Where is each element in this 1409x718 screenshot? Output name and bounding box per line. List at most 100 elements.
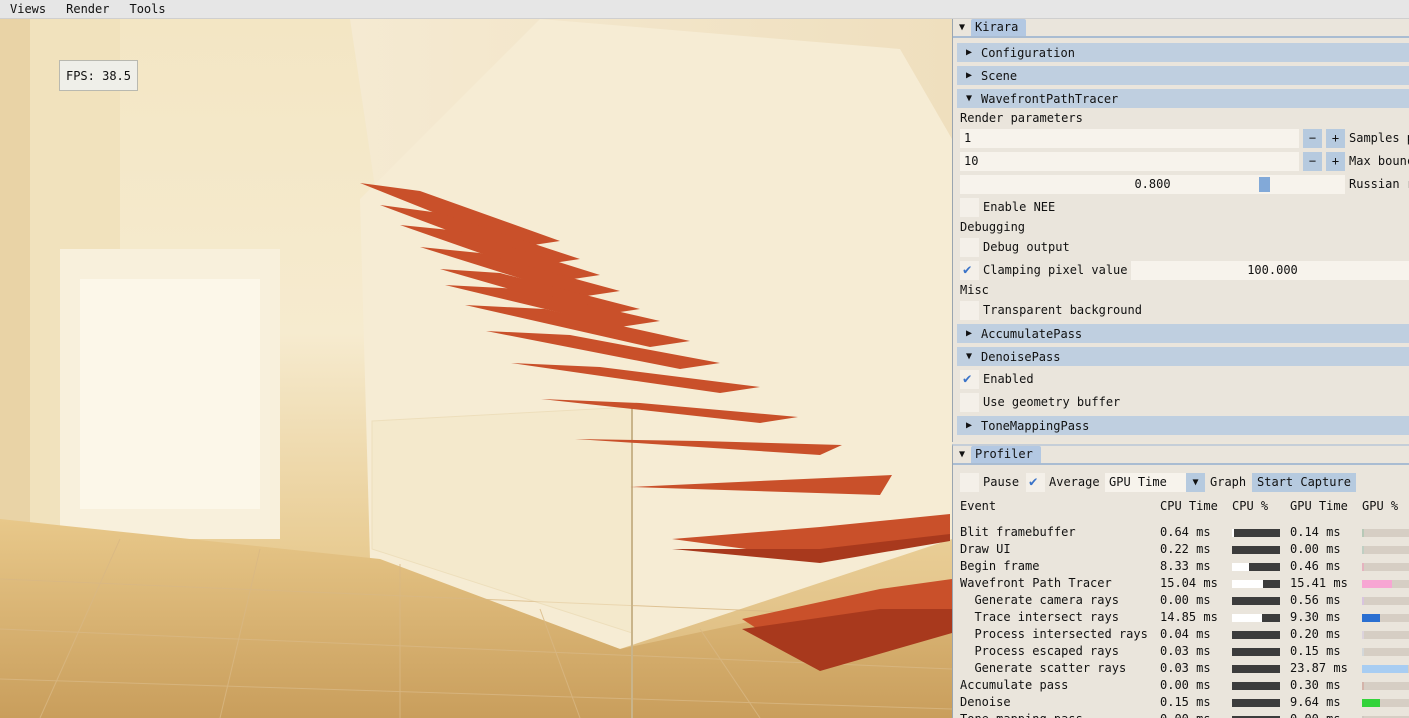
- header-tonemapping[interactable]: ▶ ToneMappingPass: [957, 416, 1409, 435]
- row-cpu-time: 0.03 ms: [1160, 644, 1211, 658]
- row-cpu-time: 0.00 ms: [1160, 678, 1211, 692]
- row-gpu-time: 0.46 ms: [1290, 559, 1341, 573]
- transparent-background-checkbox[interactable]: [960, 301, 979, 320]
- row-gpu-bar: [1362, 529, 1409, 537]
- menu-render[interactable]: Render: [66, 2, 109, 16]
- row-cpu-time: 0.64 ms: [1160, 525, 1211, 539]
- misc-label: Misc: [960, 283, 989, 297]
- use-geometry-buffer-label: Use geometry buffer: [983, 395, 1121, 409]
- row-gpu-bar-fill: [1362, 614, 1380, 622]
- debug-output-label: Debug output: [983, 240, 1070, 254]
- menu-tools[interactable]: Tools: [129, 2, 165, 16]
- row-gpu-time: 0.15 ms: [1290, 644, 1341, 658]
- row-gpu-bar: [1362, 546, 1409, 554]
- header-configuration[interactable]: ▶ Configuration: [957, 43, 1409, 62]
- collapse-arrow-icon: ▼: [965, 93, 973, 104]
- samples-increment-button[interactable]: +: [1326, 129, 1345, 148]
- row-cpu-time: 0.03 ms: [1160, 661, 1211, 675]
- header-scene[interactable]: ▶ Scene: [957, 66, 1409, 85]
- row-event: Generate camera rays: [960, 593, 1119, 607]
- header-wavefront-label: WavefrontPathTracer: [981, 91, 1119, 106]
- samples-input[interactable]: 1: [960, 129, 1299, 148]
- row-cpu-bar: [1232, 648, 1280, 656]
- row-cpu-bar: [1232, 580, 1280, 588]
- profiler-table-row: Draw UI 0.22 ms 0.00 ms: [960, 542, 1409, 559]
- debug-output-checkbox[interactable]: [960, 238, 979, 257]
- row-cpu-bar-fill: [1232, 614, 1262, 622]
- start-capture-button[interactable]: Start Capture: [1252, 473, 1356, 492]
- row-cpu-time: 8.33 ms: [1160, 559, 1211, 573]
- render-parameters-label: Render parameters: [960, 111, 1083, 125]
- row-gpu-time: 23.87 ms: [1290, 661, 1348, 675]
- enable-nee-checkbox[interactable]: [960, 198, 979, 217]
- checkmark-icon: ✔: [1029, 474, 1038, 490]
- row-cpu-time: 0.04 ms: [1160, 627, 1211, 641]
- slider-grab-handle[interactable]: [1259, 177, 1270, 192]
- row-gpu-time: 0.00 ms: [1290, 542, 1341, 556]
- row-gpu-bar: [1362, 631, 1409, 639]
- time-mode-select[interactable]: GPU Time ▼: [1105, 473, 1205, 492]
- pause-checkbox[interactable]: [960, 473, 979, 492]
- samples-decrement-button[interactable]: −: [1303, 129, 1322, 148]
- header-accumulate-label: AccumulatePass: [981, 326, 1083, 341]
- header-gpu-time: GPU Time: [1290, 499, 1348, 513]
- row-event: Blit framebuffer: [960, 525, 1076, 539]
- row-gpu-bar-fill: [1362, 563, 1364, 571]
- average-checkbox[interactable]: ✔: [1026, 473, 1045, 492]
- denoise-enabled-checkbox[interactable]: ✔: [960, 370, 979, 389]
- header-configuration-label: Configuration: [981, 45, 1075, 60]
- row-gpu-bar: [1362, 682, 1409, 690]
- row-gpu-bar-fill: [1362, 665, 1408, 673]
- collapse-arrow-icon[interactable]: ▼: [953, 22, 971, 33]
- header-cpu-time: CPU Time: [1160, 499, 1218, 513]
- profiler-table-row: Tone mapping pass 0.00 ms 0.00 ms: [960, 712, 1409, 718]
- header-wavefront[interactable]: ▼ WavefrontPathTracer: [957, 89, 1409, 108]
- russian-roulette-slider[interactable]: 0.800: [960, 175, 1345, 194]
- menu-views[interactable]: Views: [10, 2, 46, 16]
- row-event: Process intersected rays: [960, 627, 1148, 641]
- max-bounce-input[interactable]: 10: [960, 152, 1299, 171]
- row-gpu-time: 15.41 ms: [1290, 576, 1348, 590]
- row-event: Denoise: [960, 695, 1011, 709]
- row-gpu-bar: [1362, 614, 1409, 622]
- render-viewport[interactable]: FPS: 38.5: [0, 19, 952, 718]
- header-denoise[interactable]: ▼ DenoisePass: [957, 347, 1409, 366]
- row-gpu-bar-fill: [1362, 648, 1364, 656]
- clamping-value-slider[interactable]: 100.000: [1131, 261, 1409, 280]
- denoise-enabled-label: Enabled: [983, 372, 1034, 386]
- max-bounce-increment-button[interactable]: +: [1326, 152, 1345, 171]
- row-cpu-time: 0.00 ms: [1160, 712, 1211, 718]
- debugging-label: Debugging: [960, 220, 1026, 234]
- kirara-titlebar[interactable]: ▼ Kirara: [953, 19, 1409, 38]
- profiler-table-row: Begin frame 8.33 ms 0.46 ms: [960, 559, 1409, 576]
- profiler-table-row: Process intersected rays 0.04 ms 0.20 ms: [960, 627, 1409, 644]
- max-bounce-decrement-button[interactable]: −: [1303, 152, 1322, 171]
- row-cpu-time: 0.22 ms: [1160, 542, 1211, 556]
- row-gpu-bar: [1362, 648, 1409, 656]
- collapse-arrow-icon: ▼: [965, 351, 973, 362]
- checkmark-icon: ✔: [963, 371, 972, 387]
- clamping-checkbox[interactable]: ✔: [960, 261, 979, 280]
- row-gpu-bar-fill: [1362, 529, 1364, 537]
- row-gpu-time: 9.30 ms: [1290, 610, 1341, 624]
- profiler-titlebar[interactable]: ▼ Profiler: [953, 446, 1409, 465]
- collapse-arrow-icon[interactable]: ▼: [953, 449, 971, 460]
- average-label: Average: [1049, 475, 1100, 489]
- checkmark-icon: ✔: [963, 262, 972, 278]
- graph-label: Graph: [1210, 475, 1247, 489]
- samples-label: Samples p: [1349, 131, 1409, 145]
- fps-counter: FPS: 38.5: [59, 60, 138, 91]
- row-gpu-bar-fill: [1362, 580, 1392, 588]
- row-event: Process escaped rays: [960, 644, 1119, 658]
- row-cpu-bar-fill: [1232, 529, 1234, 537]
- use-geometry-buffer-checkbox[interactable]: [960, 393, 979, 412]
- time-mode-value: GPU Time: [1109, 475, 1167, 489]
- row-cpu-time: 15.04 ms: [1160, 576, 1218, 590]
- russian-roulette-label: Russian r: [1349, 177, 1409, 191]
- row-gpu-bar: [1362, 580, 1409, 588]
- row-gpu-bar-fill: [1362, 546, 1364, 554]
- row-event: Trace intersect rays: [960, 610, 1119, 624]
- row-event: Draw UI: [960, 542, 1011, 556]
- expand-arrow-icon: ▶: [965, 47, 973, 58]
- header-accumulate[interactable]: ▶ AccumulatePass: [957, 324, 1409, 343]
